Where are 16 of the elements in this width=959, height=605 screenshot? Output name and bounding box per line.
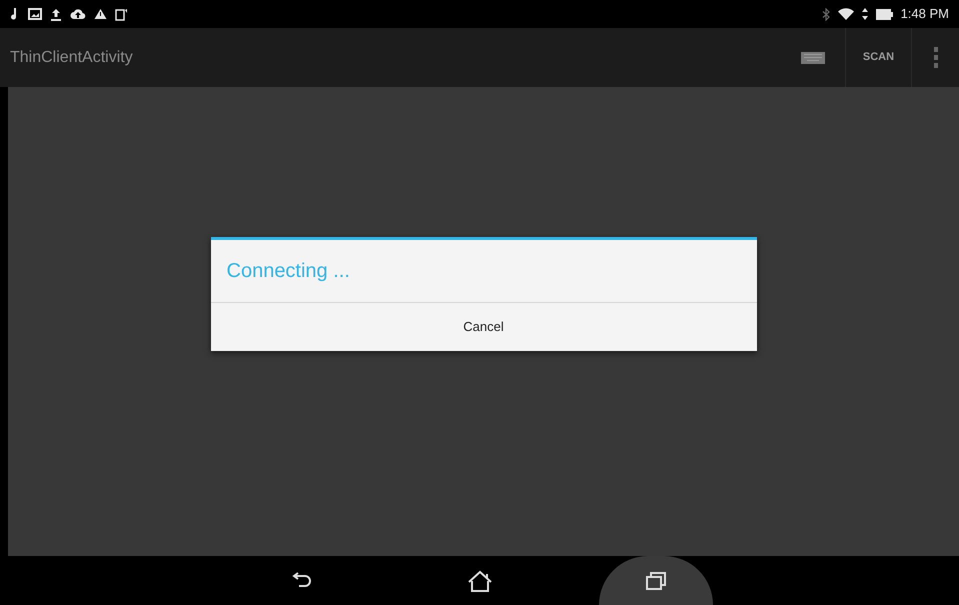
wifi-icon — [838, 8, 854, 20]
battery-icon — [876, 8, 893, 20]
bluetooth-icon — [822, 8, 830, 20]
sd-card-icon — [115, 8, 128, 20]
upload-icon — [50, 8, 62, 20]
home-icon — [468, 568, 492, 592]
status-time: 1:48 PM — [900, 5, 949, 24]
data-arrows-icon — [862, 8, 868, 20]
overflow-menu-icon — [934, 46, 938, 68]
cancel-button[interactable]: Cancel — [210, 302, 756, 350]
cloud-upload-icon — [70, 8, 86, 20]
keyboard-icon — [801, 52, 825, 64]
image-icon — [28, 8, 42, 20]
warning-icon — [94, 8, 107, 20]
dialog-title: Connecting ... — [226, 258, 350, 284]
app-title: ThinClientActivity — [10, 48, 133, 68]
